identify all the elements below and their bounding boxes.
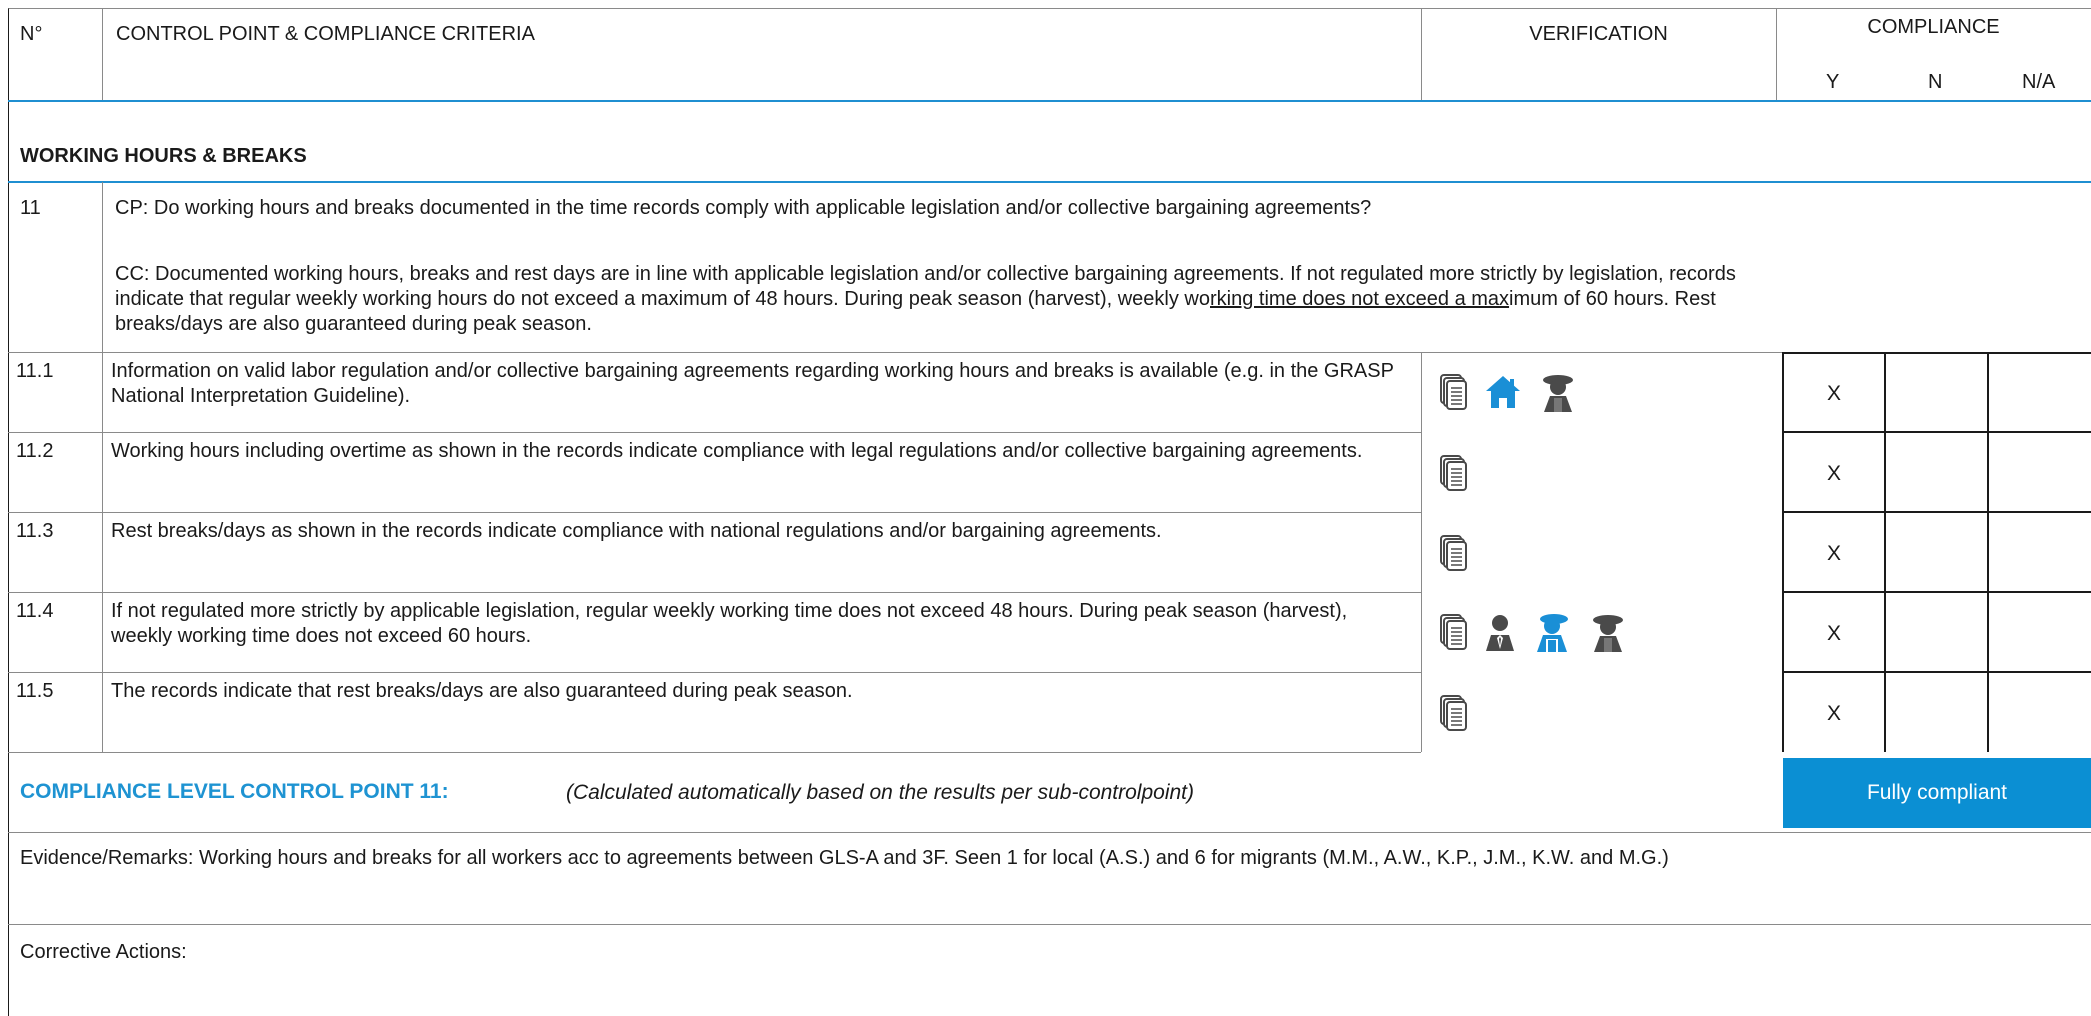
worker-woman-icon [1588,612,1628,652]
row-text: Rest breaks/days as shown in the records… [111,520,1162,542]
row-number: 11.2 [16,440,54,462]
documents-icon [1440,695,1468,731]
header-y: Y [1826,71,1840,93]
house-icon [1484,373,1522,411]
row-verification-icons [1440,372,1578,412]
compliance-level-value: Fully compliant [1783,758,2091,828]
row-sep-4 [8,672,1421,673]
row-compliance-y: X [1826,702,1841,725]
compliance-level-title: COMPLIANCE LEVEL CONTROL POINT 11: [20,780,449,803]
compliance-sep-2 [1782,511,2091,513]
row-verification-icons [1440,453,1468,493]
header-compliance: COMPLIANCE [1867,16,2000,38]
compliance-bottom-rule [8,832,2091,833]
cc-line-2: indicate that regular weekly working hou… [115,287,1716,312]
row-text: If not regulated more strictly by applic… [111,600,1348,647]
cc-line-3: breaks/days are also guaranteed during p… [115,313,592,335]
evidence-remarks: Evidence/Remarks: Working hours and brea… [20,847,1669,869]
documents-icon [1440,535,1468,571]
row-number: 11.5 [16,680,54,702]
row-verification-icons [1440,533,1468,573]
row-number: 11.4 [16,600,54,622]
row-number: 11.3 [16,520,54,542]
row-compliance-y: X [1826,462,1841,485]
row-verification-icons [1440,693,1468,733]
cc-line-1: CC: Documented working hours, breaks and… [115,263,1736,285]
header-n: N [1928,71,1943,93]
row-sep-5 [8,752,1421,753]
compliance-sep-0 [1782,352,2091,354]
worker-man-icon [1532,612,1572,652]
row-number: 11.1 [16,360,54,382]
row-compliance-y: X [1826,382,1841,405]
header-bottom-rule [8,100,2091,102]
header-number: N° [20,23,43,45]
compliance-level-label: COMPLIANCE LEVEL CONTROL POINT 11: [20,780,449,804]
header-na: N/A [2022,71,2056,93]
rows-divider-y-n [1884,352,1886,752]
header-control-point: CONTROL POINT & COMPLIANCE CRITERIA [116,23,535,45]
documents-icon [1440,455,1468,491]
rows-divider-verification [1421,352,1422,752]
evidence-bottom-rule [8,924,2091,925]
cc-line-2-underlined: rking time does not exceed a max [1210,288,1510,310]
row-text: Information on valid labor regulation an… [111,360,1394,407]
cp-number: 11 [20,197,41,219]
documents-icon [1440,374,1468,410]
row-verification-icons [1440,612,1628,652]
compliance-level-note: (Calculated automatically based on the r… [566,781,1195,804]
row-sep-1 [8,432,1421,433]
cp-divider [102,182,103,352]
documents-icon [1440,614,1468,650]
manager-icon [1484,613,1516,651]
row-text: Working hours including overtime as show… [111,440,1363,462]
cp-bottom-rule [8,352,2091,353]
compliance-sep-3 [1782,591,2091,593]
cc-line-2-part-a: indicate that regular weekly working hou… [115,288,1210,310]
header-divider-1 [102,8,103,101]
compliance-sep-4 [1782,671,2091,673]
corrective-actions: Corrective Actions: [20,941,187,963]
cp-question: CP: Do working hours and breaks document… [115,197,1372,219]
row-compliance-y: X [1826,622,1841,645]
row-sep-2 [8,512,1421,513]
compliance-sep-1 [1782,431,2091,433]
row-sep-3 [8,592,1421,593]
row-text: The records indicate that rest breaks/da… [111,680,853,702]
rows-divider-n-na [1987,352,1989,752]
cc-line-2-part-c: imum of 60 hours. Rest [1509,288,1716,310]
worker-woman-icon [1538,372,1578,412]
row-compliance-y: X [1826,542,1841,565]
section-title: WORKING HOURS & BREAKS [20,145,307,167]
section-bottom-rule [8,181,2091,183]
rows-divider-number [102,352,103,752]
header-verification: VERIFICATION [1529,23,1668,45]
